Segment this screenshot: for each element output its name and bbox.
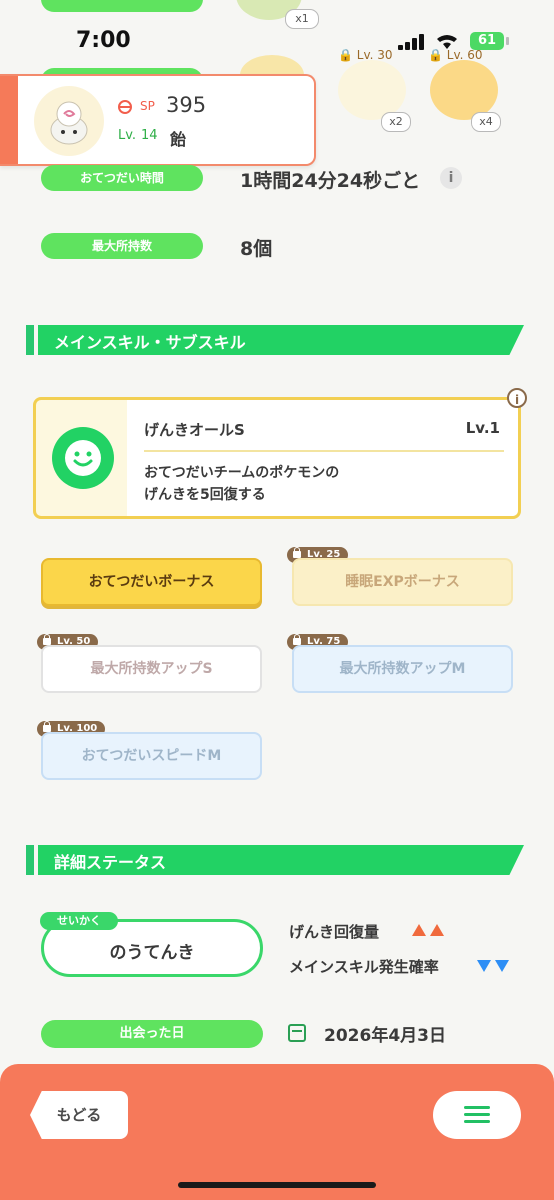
skills-section-header: メインスキル・サブスキル xyxy=(26,325,524,355)
max-carry-value: 8個 xyxy=(240,238,273,260)
nature-down-effect: メインスキル発生確率 xyxy=(289,958,439,976)
cellular-signal-icon xyxy=(398,34,426,50)
wifi-icon xyxy=(436,32,458,50)
level-value: 14 xyxy=(141,128,158,143)
menu-icon xyxy=(464,1113,490,1116)
item-count-tag: x4 xyxy=(471,112,501,132)
subskill-inventory-up-s[interactable]: 最大所持数アップS xyxy=(41,645,262,693)
subskill-sleep-exp-bonus[interactable]: 睡眠EXPボーナス xyxy=(292,558,513,606)
help-time-label: おてつだい時間 xyxy=(41,165,203,191)
lock-icon xyxy=(43,634,51,645)
level-label: Lv. xyxy=(118,128,137,143)
main-skill-body: げんきオールS Lv.1 おてつだいチームのポケモンの げんきを5回復する xyxy=(127,400,518,516)
details-section-header: 詳細ステータス xyxy=(26,845,524,875)
nature-up-effect: げんき回復量 xyxy=(289,923,380,941)
pokemon-detail-page: x1 🔒 Lv. 30 x2 🔒 Lv. 60 x4 7:00 61 SP 39… xyxy=(0,0,554,1200)
pokemon-avatar xyxy=(34,86,104,156)
section-header-bar xyxy=(26,845,34,875)
sp-ball-icon xyxy=(118,100,132,114)
info-icon[interactable]: i xyxy=(440,167,462,189)
lock-icon xyxy=(293,634,301,645)
up-arrow-icon xyxy=(412,924,426,936)
pokemon-nickname: 飴 xyxy=(170,130,187,149)
main-skill-card[interactable]: げんきオールS Lv.1 おてつだいチームのポケモンの げんきを5回復する xyxy=(33,397,521,519)
status-bar: 7:00 61 xyxy=(0,0,554,60)
down-arrow-icon xyxy=(495,960,509,972)
details-section-title: 詳細ステータス xyxy=(54,853,167,872)
menu-button[interactable] xyxy=(433,1091,521,1139)
subskill-help-speed-m[interactable]: おてつだいスピードM xyxy=(41,732,262,780)
item-count-tag: x2 xyxy=(381,112,411,132)
main-skill-name: げんきオールS xyxy=(144,421,245,439)
back-button[interactable]: もどる xyxy=(30,1091,128,1139)
battery-icon: 61 xyxy=(470,32,504,50)
main-skill-divider xyxy=(144,450,504,452)
menu-icon xyxy=(464,1106,490,1109)
home-indicator xyxy=(178,1182,376,1188)
pokemon-header-card: SP 395 Lv. 14 飴 xyxy=(0,74,316,166)
info-icon[interactable]: i xyxy=(507,388,527,408)
menu-icon xyxy=(464,1120,490,1123)
lock-icon xyxy=(43,721,51,732)
calendar-icon xyxy=(288,1024,306,1042)
sp-label: SP xyxy=(140,99,155,113)
subskill-help-bonus[interactable]: おてつだいボーナス xyxy=(41,558,262,606)
subskill-inventory-up-m[interactable]: 最大所持数アップM xyxy=(292,645,513,693)
nature-name: のうてんき xyxy=(109,943,195,963)
oil-jar-item-image xyxy=(338,60,406,120)
main-skill-icon-area xyxy=(36,400,126,516)
honey-jar-item-image xyxy=(430,60,498,120)
sp-value: 395 xyxy=(166,93,207,117)
met-date-value: 2026年4月3日 xyxy=(324,1026,446,1046)
lock-icon xyxy=(293,547,301,558)
help-time-value: 1時間24分24秒ごと xyxy=(240,170,421,192)
main-skill-description: おてつだいチームのポケモンの げんきを5回復する xyxy=(144,465,340,503)
up-arrow-icon xyxy=(430,924,444,936)
max-carry-label: 最大所持数 xyxy=(41,233,203,259)
main-skill-level: Lv.1 xyxy=(465,419,500,437)
nature-tag: せいかく xyxy=(40,912,118,930)
smile-face-icon xyxy=(52,427,114,489)
met-date-label: 出会った日 xyxy=(41,1020,263,1048)
status-time: 7:00 xyxy=(76,28,131,53)
section-header-bar xyxy=(26,325,34,355)
battery-tip xyxy=(506,37,509,45)
skills-section-title: メインスキル・サブスキル xyxy=(54,333,246,352)
header-card-stripe xyxy=(0,76,18,164)
down-arrow-icon xyxy=(477,960,491,972)
